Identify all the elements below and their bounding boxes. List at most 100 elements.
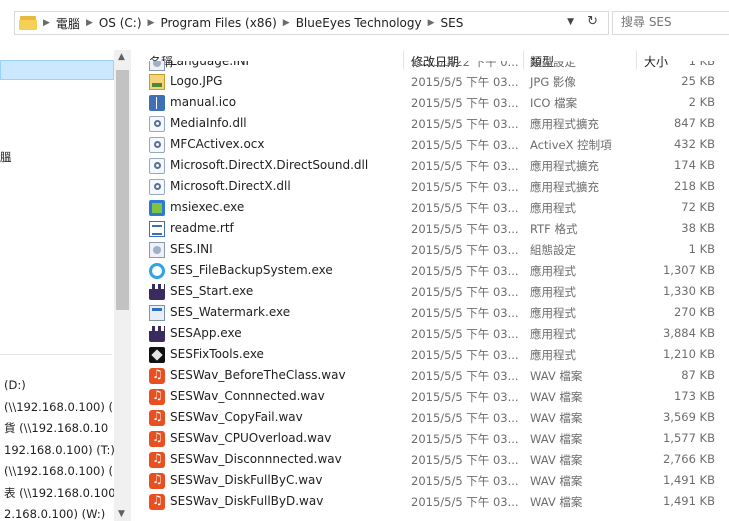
wav-icon [149, 409, 165, 426]
chevron-right-icon[interactable]: ▶ [86, 18, 93, 28]
nav-item-drive-d[interactable]: (D:) [0, 375, 118, 397]
file-name: readme.rtf [170, 221, 234, 235]
file-size: 173 KB [673, 389, 715, 403]
chevron-right-icon[interactable]: ▶ [148, 18, 155, 28]
file-row[interactable]: SESWav_Connnected.wav 2015/5/5 下午 03... WA… [131, 386, 729, 407]
file-size: 1,491 KB [662, 494, 715, 508]
breadcrumb-ses[interactable]: SES [441, 16, 464, 30]
file-name: SESWav_DiskFullByC.wav [170, 473, 323, 487]
nav-item-network-drive[interactable]: (\\192.168.0.100) ( [0, 461, 118, 483]
file-row[interactable]: manual.ico 2015/5/5 下午 03... ICO 檔案 2 KB [131, 92, 729, 113]
file-row[interactable]: SESFixTools.exe 2015/5/5 下午 03... 應用程式 1,21… [131, 344, 729, 365]
file-row[interactable]: SESWav_DiskFullByC.wav 2015/5/5 下午 03... W… [131, 470, 729, 491]
chevron-right-icon[interactable]: ▶ [43, 18, 50, 28]
file-row[interactable]: SESWav_Disconnnected.wav 2015/5/5 下午 03..… [131, 449, 729, 470]
wav-icon [149, 451, 165, 468]
file-name: SESWav_DiskFullByD.wav [170, 494, 324, 508]
file-size: 1,307 KB [662, 263, 715, 277]
dll-icon [149, 137, 165, 153]
file-type: WAV 檔案 [530, 411, 583, 425]
file-row[interactable]: MediaInfo.dll 2015/5/5 下午 03... 應用程式擴充 847 … [131, 113, 729, 134]
nav-item-network-drive[interactable]: (\\192.168.0.100) ( [0, 397, 118, 419]
file-row[interactable]: SESWav_BeforeTheClass.wav 2015/5/5 下午 03.… [131, 365, 729, 386]
file-modified-date: 2015/5/5 下午 03... [411, 201, 519, 215]
wav-icon [149, 493, 165, 510]
file-type: WAV 檔案 [530, 390, 583, 404]
file-row[interactable]: SESWav_CopyFail.wav 2015/5/5 下午 03... WAV … [131, 407, 729, 428]
search-input[interactable] [621, 12, 721, 32]
file-size: 847 KB [673, 116, 715, 130]
file-name: Language.INI [170, 61, 250, 68]
file-modified-date: 2015/5/5 下午 03... [411, 390, 519, 404]
file-modified-date: 2015/5/5 下午 03... [411, 474, 519, 488]
nav-selected-item[interactable] [0, 60, 114, 80]
file-row[interactable]: readme.rtf 2015/5/5 下午 03... RTF 格式 38 KB [131, 218, 729, 239]
refresh-icon[interactable]: ↻ [587, 14, 598, 29]
file-name: SESWav_Disconnnected.wav [170, 452, 342, 466]
search-box[interactable] [612, 11, 729, 35]
file-size: 72 KB [681, 200, 715, 214]
file-row[interactable]: Logo.JPG 2015/5/5 下午 03... JPG 影像 25 KB [131, 71, 729, 92]
file-modified-date: 2015/5/5 下午 03... [411, 264, 519, 278]
watermark-icon [149, 305, 165, 321]
sort-ascending-icon: ⌃ [271, 50, 279, 56]
file-row[interactable]: Microsoft.DirectX.dll 2015/5/5 下午 03... 應用… [131, 176, 729, 197]
wav-icon [149, 367, 165, 384]
scroll-up-icon[interactable]: ▲ [118, 52, 125, 62]
file-row[interactable]: SESWav_CPUOverload.wav 2015/5/5 下午 03... W… [131, 428, 729, 449]
scrollbar-thumb[interactable] [116, 70, 129, 310]
dll-icon [149, 179, 165, 195]
file-name: SESApp.exe [170, 326, 242, 340]
file-name: Microsoft.DirectX.dll [170, 179, 291, 193]
nav-item-network-drive[interactable]: 貨 (\\192.168.0.10 [0, 418, 118, 440]
nav-item-network-drive[interactable]: 表 (\\192.168.0.100 [0, 483, 118, 505]
file-size: 3,884 KB [662, 326, 715, 340]
file-row[interactable]: Language.INI 2015/5/22 下午 0... 組態設定 1 KB [131, 61, 729, 71]
file-size: 2 KB [688, 95, 715, 109]
ini-icon [149, 61, 165, 71]
breadcrumb-blueeyes[interactable]: BlueEyes Technology [296, 16, 422, 30]
nav-item-network-drive-w[interactable]: 2.168.0.100) (W:) [0, 504, 118, 521]
file-name: SESWav_CPUOverload.wav [170, 431, 332, 445]
address-history-dropdown-icon[interactable]: ▼ [567, 17, 574, 27]
file-modified-date: 2015/5/5 下午 03... [411, 180, 519, 194]
file-size: 1,210 KB [662, 347, 715, 361]
nav-scrollbar[interactable]: ▲ ▼ [114, 50, 131, 521]
file-list-pane: ⌃ 名稱 修改日期 類型 大小 Language.INI2015/5/22 下午… [131, 50, 729, 521]
file-row[interactable]: SESWav_DiskFullByD.wav 2015/5/5 下午 03... W… [131, 491, 729, 512]
breadcrumb-computer[interactable]: 電腦 [56, 15, 80, 32]
file-type: WAV 檔案 [530, 474, 583, 488]
file-size: 1,577 KB [662, 431, 715, 445]
file-name: SES_Watermark.exe [170, 305, 291, 319]
chevron-right-icon[interactable]: ▶ [283, 18, 290, 28]
address-bar[interactable]: ▶ 電腦 ▶ OS (C:) ▶ Program Files (x86) ▶ B… [14, 11, 609, 35]
nav-item-fragment[interactable]: 膃 [0, 149, 20, 165]
breadcrumb-os-c[interactable]: OS (C:) [99, 16, 142, 30]
file-type: JPG 影像 [530, 75, 576, 89]
file-modified-date: 2015/5/5 下午 03... [411, 96, 519, 110]
chevron-right-icon[interactable]: ▶ [428, 18, 435, 28]
file-row[interactable]: SES_Watermark.exe 2015/5/5 下午 03... 應用程式 27… [131, 302, 729, 323]
file-type: ICO 檔案 [530, 96, 578, 110]
address-bar-region: ▶ 電腦 ▶ OS (C:) ▶ Program Files (x86) ▶ B… [0, 0, 729, 38]
file-name: msiexec.exe [170, 200, 245, 214]
file-row[interactable]: MFCActivex.ocx 2015/5/5 下午 03... ActiveX 控… [131, 134, 729, 155]
file-type: 應用程式 [530, 306, 576, 320]
file-modified-date: 2015/5/5 下午 03... [411, 222, 519, 236]
nav-item-network-drive-t[interactable]: 192.168.0.100) (T:) [0, 440, 118, 462]
file-size: 2,766 KB [662, 452, 715, 466]
file-row[interactable]: SES_Start.exe 2015/5/5 下午 03... 應用程式 1,330 … [131, 281, 729, 302]
file-row[interactable]: SES_FileBackupSystem.exe 2015/5/5 下午 03..… [131, 260, 729, 281]
file-modified-date: 2015/5/5 下午 03... [411, 432, 519, 446]
file-row[interactable]: SES.INI 2015/5/5 下午 03... 組態設定 1 KB [131, 239, 729, 260]
file-row[interactable]: Microsoft.DirectX.DirectSound.dll 2015/5/… [131, 155, 729, 176]
file-modified-date: 2015/5/5 下午 03... [411, 453, 519, 467]
wav-icon [149, 388, 165, 405]
file-type: 組態設定 [530, 61, 576, 69]
scroll-down-icon[interactable]: ▼ [118, 509, 125, 519]
file-row[interactable]: msiexec.exe 2015/5/5 下午 03... 應用程式 72 KB [131, 197, 729, 218]
file-name: manual.ico [170, 95, 237, 109]
file-name: Microsoft.DirectX.DirectSound.dll [170, 158, 369, 172]
file-row[interactable]: SESApp.exe 2015/5/5 下午 03... 應用程式 3,884 KB [131, 323, 729, 344]
breadcrumb-program-files[interactable]: Program Files (x86) [160, 16, 276, 30]
